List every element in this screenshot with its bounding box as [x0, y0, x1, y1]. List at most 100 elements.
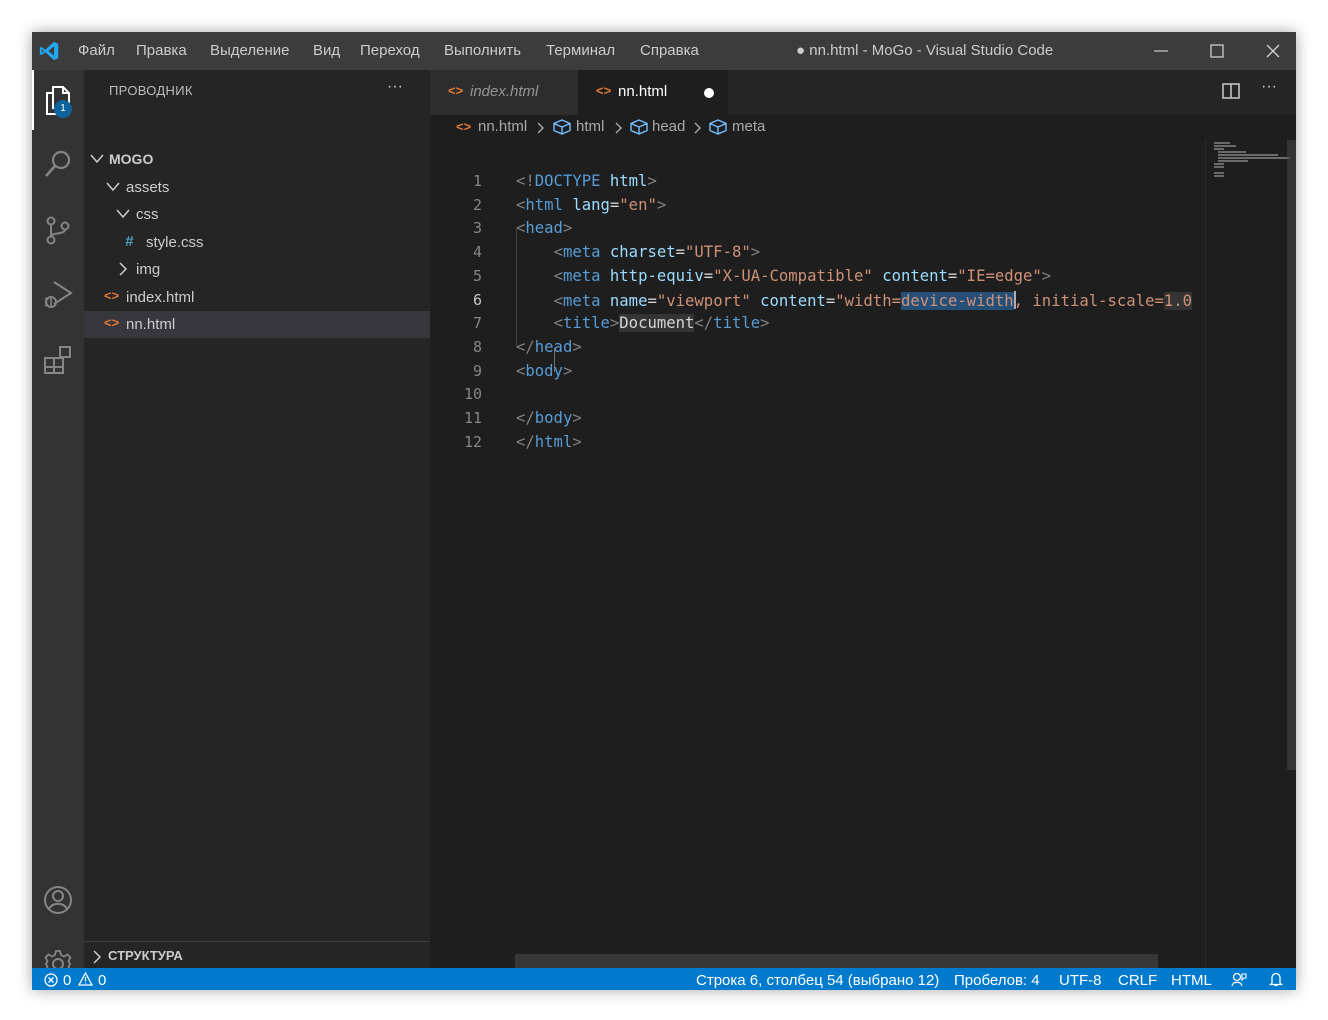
- extensions-button[interactable]: [36, 338, 80, 382]
- menu-help[interactable]: Справка: [640, 42, 699, 59]
- html-file-icon: <>: [448, 83, 464, 98]
- html-file-icon: <>: [104, 288, 120, 303]
- run-debug-button[interactable]: [36, 272, 80, 316]
- tree-folder-mogo[interactable]: MOGO: [84, 146, 430, 173]
- active-indicator: [32, 70, 34, 130]
- html-file-icon: <>: [596, 83, 612, 98]
- tab-label: nn.html: [618, 83, 668, 100]
- code-token: >: [562, 361, 573, 380]
- search-button[interactable]: [36, 142, 80, 186]
- minimap[interactable]: [1205, 140, 1296, 968]
- error-count[interactable]: 0: [63, 972, 71, 989]
- language-mode[interactable]: HTML: [1171, 972, 1212, 989]
- warning-count[interactable]: 0: [98, 972, 106, 989]
- code-token: <: [553, 314, 563, 333]
- outline-section[interactable]: СТРУКТУРА: [84, 941, 430, 969]
- editor-tabs: <> index.html <> nn.html ···: [430, 70, 1296, 115]
- indentation[interactable]: Пробелов: 4: [954, 972, 1040, 989]
- menu-go[interactable]: Переход: [360, 42, 420, 59]
- code-token: </: [516, 409, 535, 427]
- chevron-down-icon: [90, 154, 104, 164]
- breadcrumb-html[interactable]: html: [576, 118, 604, 135]
- explorer-more-button[interactable]: ···: [387, 78, 403, 96]
- horizontal-scrollbar[interactable]: [515, 954, 1158, 968]
- code-token: Document: [619, 314, 695, 333]
- breadcrumb-head[interactable]: head: [652, 118, 685, 135]
- chevron-right-icon: [537, 122, 544, 134]
- menu-selection[interactable]: Выделение: [210, 42, 289, 59]
- tab-nn-html[interactable]: <> nn.html: [578, 70, 728, 115]
- menu-terminal[interactable]: Терминал: [546, 42, 615, 59]
- tree-folder-css[interactable]: css: [84, 201, 430, 228]
- code-token: meta: [562, 266, 601, 285]
- line-number: 9: [472, 361, 482, 380]
- tree-folder-img[interactable]: img: [84, 256, 430, 283]
- code-token: charset: [609, 243, 676, 262]
- maximize-button[interactable]: [1189, 32, 1245, 70]
- feedback-icon[interactable]: [1231, 972, 1247, 987]
- menu-view[interactable]: Вид: [313, 42, 340, 59]
- source-control-button[interactable]: [36, 208, 80, 252]
- code-token: content: [882, 266, 948, 285]
- code-token: "UTF-8": [685, 243, 751, 262]
- activity-bar: 1: [32, 70, 84, 978]
- unsaved-dot-icon[interactable]: [704, 88, 714, 98]
- code-token: =: [647, 291, 657, 310]
- css-file-icon: #: [125, 233, 134, 250]
- code-editor[interactable]: 1 2 3 4 5 6 7 8 9 10 11 12 <!DOCTYPE html> <html lan…: [430, 140, 1205, 968]
- minimize-button[interactable]: [1133, 32, 1189, 70]
- code-token: =: [947, 266, 958, 285]
- bell-icon[interactable]: [1269, 972, 1283, 987]
- code-token: "en": [619, 195, 657, 214]
- minimize-icon: [1154, 50, 1168, 52]
- vertical-scrollbar[interactable]: [1287, 140, 1296, 770]
- code-token: </: [516, 337, 535, 356]
- code-token: content: [760, 291, 826, 310]
- status-bar: 0 0 Строка 6, столбец 54 (выбрано 12) Пр…: [32, 968, 1296, 990]
- end-of-line[interactable]: CRLF: [1118, 972, 1157, 989]
- code-token: html: [609, 172, 648, 190]
- line-number: 10: [463, 385, 482, 404]
- tree-folder-assets[interactable]: assets: [84, 174, 430, 201]
- code-line: <head>: [516, 219, 572, 237]
- breadcrumb-file[interactable]: nn.html: [478, 118, 527, 135]
- code-token: >: [647, 172, 657, 190]
- code-token: http-equiv: [609, 266, 704, 285]
- vscode-logo-icon: [39, 41, 59, 61]
- code-token: meta: [562, 243, 601, 262]
- vscode-window: Файл Правка Выделение Вид Переход Выполн…: [32, 32, 1296, 990]
- menu-file[interactable]: Файл: [78, 42, 115, 59]
- account-button[interactable]: [36, 878, 80, 922]
- split-editor-icon[interactable]: [1222, 82, 1240, 100]
- cursor-position[interactable]: Строка 6, столбец 54 (выбрано 12): [696, 972, 939, 989]
- tree-file-style-css[interactable]: # style.css: [84, 229, 430, 256]
- chevron-right-icon: [694, 122, 701, 134]
- line-number: 12: [463, 432, 482, 451]
- menu-run[interactable]: Выполнить: [444, 42, 521, 59]
- code-token: >: [750, 243, 761, 262]
- code-line: <!DOCTYPE html>: [516, 172, 657, 190]
- tree-label: css: [136, 206, 159, 223]
- explorer-button[interactable]: 1: [36, 78, 80, 122]
- code-token: >: [760, 314, 770, 333]
- tab-index-html[interactable]: <> index.html: [430, 70, 578, 115]
- chevron-down-icon: [116, 209, 130, 219]
- extensions-icon: [44, 346, 71, 374]
- code-token: </: [516, 432, 535, 451]
- breadcrumb-meta[interactable]: meta: [732, 118, 765, 135]
- close-button[interactable]: [1245, 32, 1296, 70]
- menu-edit[interactable]: Правка: [136, 42, 187, 59]
- maximize-icon: [1210, 44, 1224, 58]
- editor-more-button[interactable]: ···: [1261, 78, 1277, 96]
- code-line: </html>: [516, 433, 582, 451]
- tree-file-nn-html[interactable]: <> nn.html: [84, 311, 430, 338]
- html-file-icon: <>: [456, 119, 472, 134]
- tree-file-index-html[interactable]: <> index.html: [84, 284, 430, 311]
- code-line: <meta name="viewport" content="width=dev…: [516, 290, 1193, 310]
- encoding[interactable]: UTF-8: [1059, 972, 1102, 989]
